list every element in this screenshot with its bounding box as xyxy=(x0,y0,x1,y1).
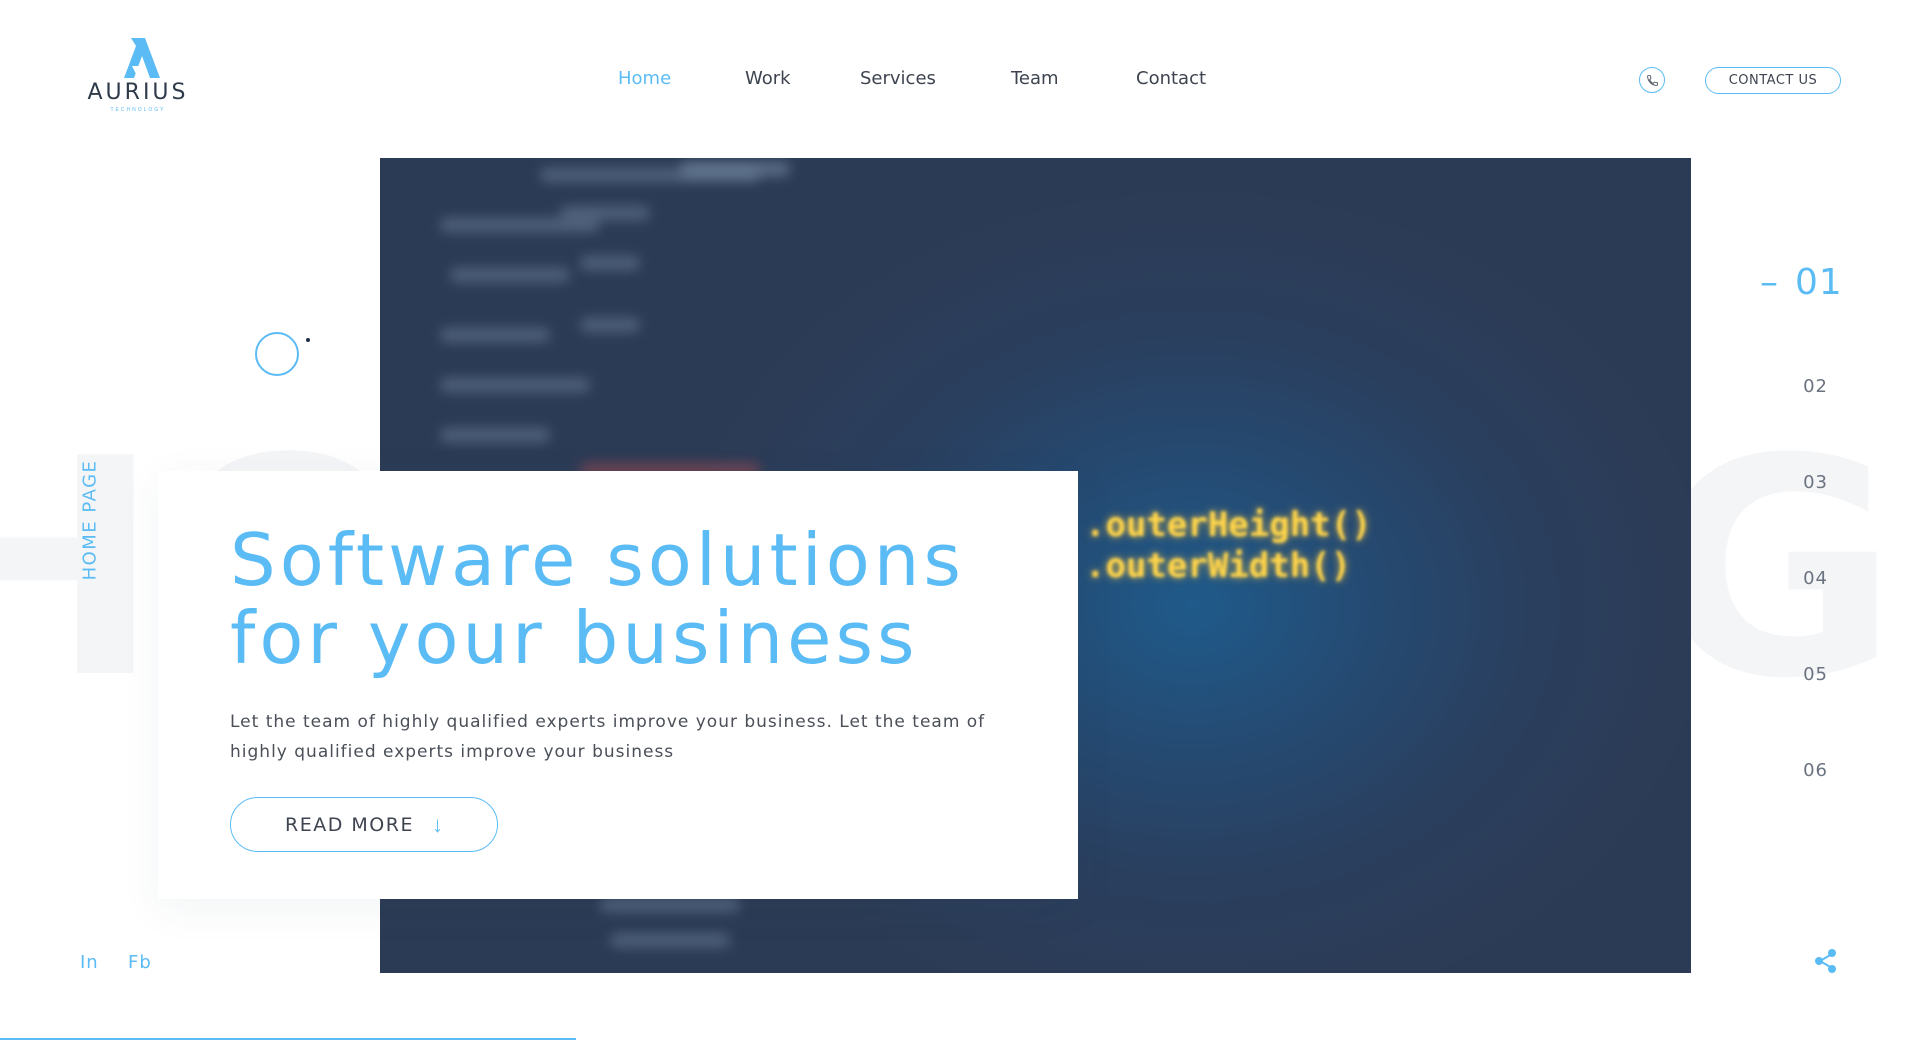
share-icon xyxy=(1815,949,1836,973)
slide-item-06[interactable]: 06 xyxy=(1780,760,1828,781)
decorative-dot xyxy=(306,338,310,342)
share-button[interactable] xyxy=(1811,946,1841,976)
brand-tagline: TECHNOLOGY xyxy=(110,107,166,113)
read-more-button[interactable]: READ MORE ↓ xyxy=(230,797,498,852)
hero-description: Let the team of highly qualified experts… xyxy=(230,712,986,762)
page: HO GI AURIUS TECHNOLOGY Home Work Servic… xyxy=(0,0,1920,1040)
slide-number: 01 xyxy=(1795,262,1843,303)
brand-logo[interactable]: AURIUS TECHNOLOGY xyxy=(78,38,198,113)
slide-item-02[interactable]: 02 xyxy=(1780,376,1828,397)
decorative-ring xyxy=(255,332,299,376)
brand-name: AURIUS xyxy=(87,80,189,105)
hero-card: Software solutions for your business Let… xyxy=(158,471,1078,899)
read-more-label: READ MORE xyxy=(285,813,414,836)
phone-button[interactable] xyxy=(1639,67,1665,93)
social-link-facebook[interactable]: Fb xyxy=(128,952,152,973)
slide-item-04[interactable]: 04 xyxy=(1780,568,1828,589)
slide-item-05[interactable]: 05 xyxy=(1780,664,1828,685)
hero-code-line-1: .outerHeight() xyxy=(1085,505,1372,545)
hero-code-line-2: .outerWidth() xyxy=(1085,546,1352,586)
nav-item-work[interactable]: Work xyxy=(745,68,791,89)
contact-us-button[interactable]: CONTACT US xyxy=(1705,67,1841,94)
slide-item-03[interactable]: 03 xyxy=(1780,472,1828,493)
nav-item-team[interactable]: Team xyxy=(1011,68,1059,89)
page-label: HOME PAGE xyxy=(79,459,101,581)
arrow-down-icon: ↓ xyxy=(431,811,443,837)
phone-icon xyxy=(1646,74,1658,86)
nav-item-contact[interactable]: Contact xyxy=(1136,68,1206,89)
slide-item-01[interactable]: –01 xyxy=(1760,262,1843,303)
nav-item-services[interactable]: Services xyxy=(860,68,936,89)
nav-item-home[interactable]: Home xyxy=(618,68,671,89)
active-slide-dash: – xyxy=(1760,262,1779,303)
social-link-linkedin[interactable]: In xyxy=(80,952,99,973)
hero-title: Software solutions for your business xyxy=(230,518,965,680)
logo-mark-icon xyxy=(124,38,160,78)
